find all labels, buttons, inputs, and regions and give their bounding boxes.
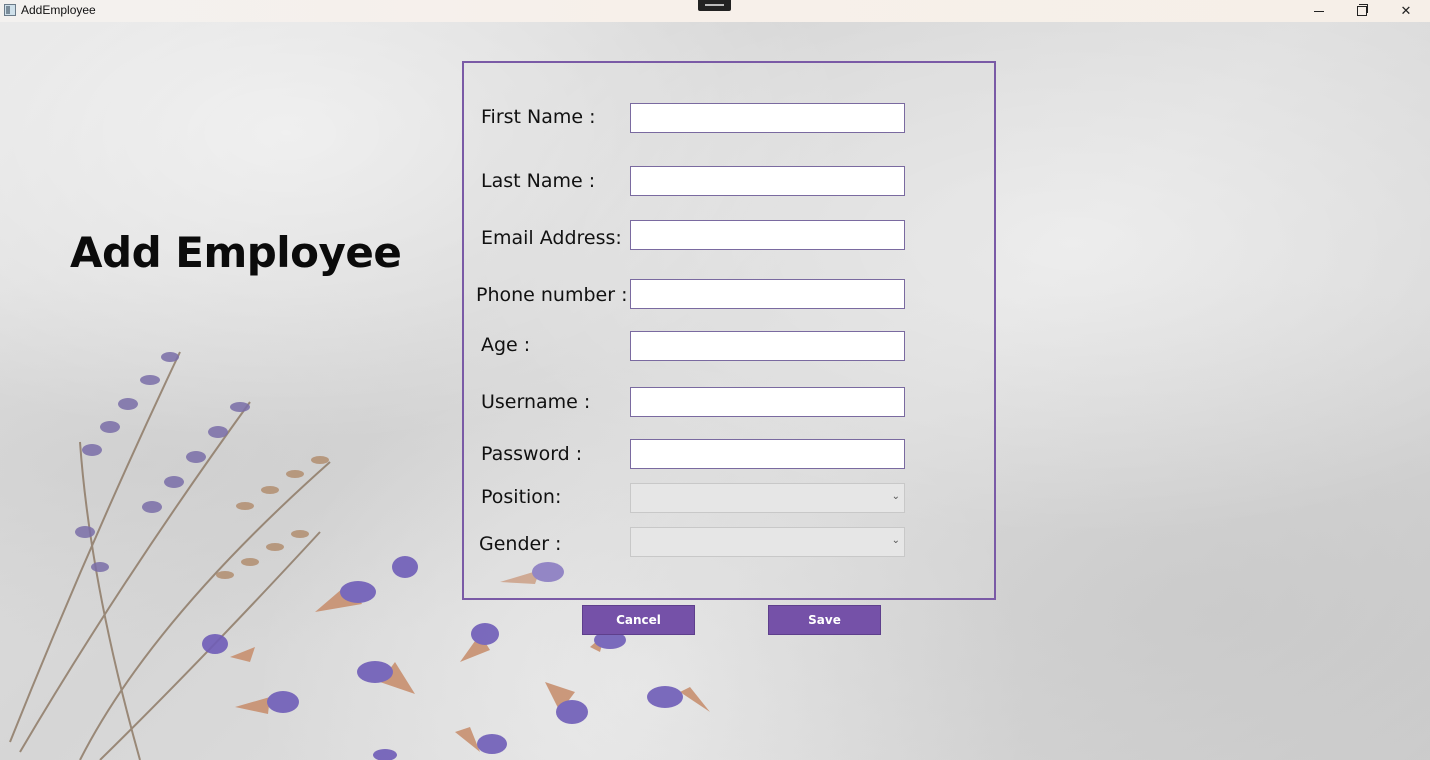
phone-number-label: Phone number : [476, 284, 628, 306]
first-name-input[interactable] [630, 103, 905, 133]
window-titlebar: AddEmployee ✕ [0, 0, 1430, 23]
gender-select[interactable]: ⌄ [630, 527, 905, 557]
age-label: Age : [481, 334, 531, 356]
password-input[interactable] [630, 439, 905, 469]
gender-label: Gender : [479, 533, 562, 555]
snap-handle[interactable] [698, 0, 731, 11]
close-icon: ✕ [1400, 3, 1412, 19]
position-select[interactable]: ⌄ [630, 483, 905, 513]
minimize-icon [1314, 10, 1324, 12]
page-title: Add Employee [70, 228, 402, 277]
age-input[interactable] [630, 331, 905, 361]
email-address-label: Email Address: [481, 227, 622, 249]
cancel-button[interactable]: Cancel [582, 605, 695, 635]
chevron-down-icon: ⌄ [891, 535, 900, 546]
maximize-icon [1357, 4, 1368, 16]
app-icon [4, 4, 16, 16]
minimize-button[interactable] [1297, 0, 1341, 22]
close-button[interactable]: ✕ [1384, 0, 1428, 22]
username-label: Username : [481, 391, 591, 413]
username-input[interactable] [630, 387, 905, 417]
window-title: AddEmployee [21, 3, 96, 17]
last-name-label: Last Name : [481, 170, 596, 192]
save-button[interactable]: Save [768, 605, 881, 635]
chevron-down-icon: ⌄ [891, 491, 900, 502]
maximize-button[interactable] [1340, 0, 1384, 22]
position-label: Position: [481, 486, 562, 508]
last-name-input[interactable] [630, 166, 905, 196]
phone-number-input[interactable] [630, 279, 905, 309]
email-address-input[interactable] [630, 220, 905, 250]
password-label: Password : [481, 443, 583, 465]
first-name-label: First Name : [481, 106, 596, 128]
